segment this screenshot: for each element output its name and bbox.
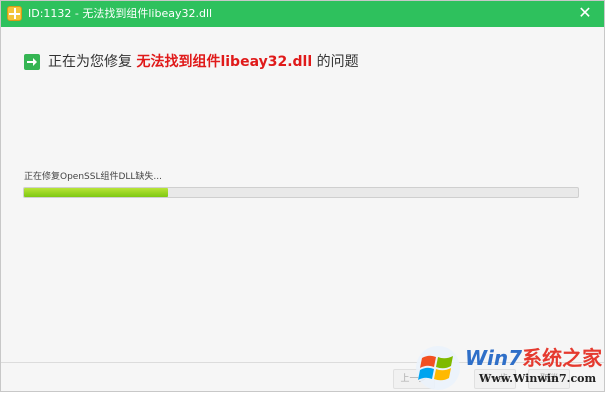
watermark-url: Www.Winwin7.com — [479, 372, 597, 385]
heading-prefix: 正在为您修复 — [48, 54, 137, 70]
windows-logo-icon — [416, 346, 460, 390]
app-icon — [7, 6, 22, 21]
repair-window: ID:1132 - 无法找到组件libeay32.dll ✕ 正在为您修复 无法… — [0, 0, 605, 392]
heading-suffix: 的问题 — [312, 54, 359, 70]
error-name: 无法找到组件libeay32.dll — [136, 54, 313, 70]
title-bar[interactable]: ID:1132 - 无法找到组件libeay32.dll ✕ — [1, 1, 604, 27]
progress-bar-fill — [24, 188, 169, 197]
arrow-right-icon — [24, 54, 40, 70]
close-icon[interactable]: ✕ — [576, 4, 594, 22]
progress-bar — [23, 187, 579, 198]
heading-text: 正在为您修复 无法找到组件libeay32.dll 的问题 — [48, 53, 359, 71]
watermark: Win7系统之家 Www.Winwin7.com — [413, 342, 611, 396]
window-title: ID:1132 - 无法找到组件libeay32.dll — [28, 7, 213, 20]
watermark-brand: Win7系统之家 — [465, 346, 603, 370]
progress-status-text: 正在修复OpenSSL组件DLL缺失... — [24, 172, 163, 182]
